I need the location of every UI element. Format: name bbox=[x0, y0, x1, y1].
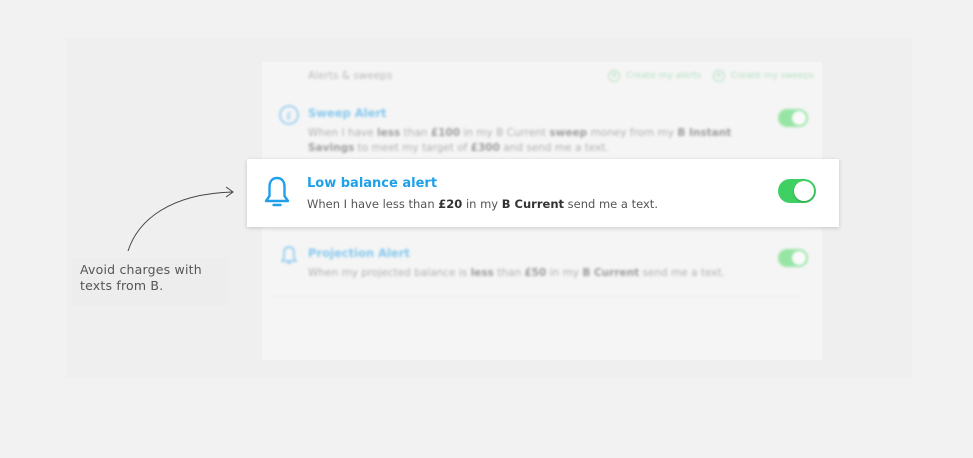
projection-alert-toggle[interactable] bbox=[778, 249, 808, 267]
callout-line-1: Avoid charges with bbox=[80, 262, 202, 277]
projection-alert-description: When my projected balance is less than £… bbox=[308, 267, 725, 279]
projection-alert-title: Projection Alert bbox=[308, 246, 410, 260]
plus-circle-icon: + bbox=[608, 70, 620, 82]
panel-header: Alerts & sweeps + Create my alerts + Creat… bbox=[308, 68, 818, 90]
svg-text:£: £ bbox=[286, 111, 292, 122]
panel-title: Alerts & sweeps bbox=[308, 70, 393, 82]
pound-circle-icon: £ bbox=[279, 105, 299, 125]
create-alert-link[interactable]: + Create my alerts bbox=[608, 70, 701, 82]
toggle-knob bbox=[792, 251, 806, 265]
callout-line-2: texts from B. bbox=[80, 278, 164, 293]
low-balance-alert-card: Low balance alert When I have less than … bbox=[247, 159, 839, 227]
sweep-alert-toggle[interactable] bbox=[778, 109, 808, 127]
low-balance-alert-title: Low balance alert bbox=[307, 176, 438, 191]
create-alert-label: Create my alerts bbox=[626, 71, 702, 81]
row-divider bbox=[272, 230, 802, 231]
projection-alert-row: Projection Alert When my projected balan… bbox=[278, 244, 808, 284]
sweep-alert-row: £ Sweep Alert When I have less than £100… bbox=[278, 104, 808, 160]
bell-icon bbox=[264, 176, 290, 207]
sweep-alert-description: When I have less than £100 in my B Curre… bbox=[308, 127, 732, 154]
bell-icon bbox=[280, 246, 298, 264]
callout-text: Avoid charges with texts from B. bbox=[80, 262, 230, 294]
toggle-knob bbox=[792, 111, 806, 125]
create-sweep-link[interactable]: + Create my sweeps bbox=[713, 70, 814, 82]
low-balance-alert-toggle[interactable] bbox=[778, 179, 816, 203]
row-divider bbox=[272, 296, 802, 297]
toggle-knob bbox=[794, 181, 814, 201]
low-balance-alert-description: When I have less than £20 in my B Curren… bbox=[307, 197, 658, 211]
create-sweep-label: Create my sweeps bbox=[731, 71, 815, 81]
plus-circle-icon: + bbox=[713, 70, 725, 82]
callout-arrow bbox=[127, 186, 234, 252]
sweep-alert-title: Sweep Alert bbox=[308, 106, 387, 120]
